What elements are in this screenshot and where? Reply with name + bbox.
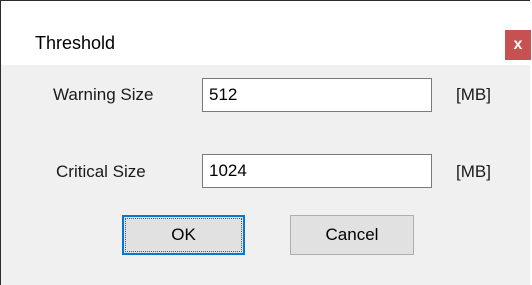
critical-size-unit: [MB] (456, 162, 491, 181)
critical-size-input[interactable] (202, 154, 432, 188)
warning-size-unit: [MB] (456, 85, 491, 104)
dialog-body: Warning Size [MB] Critical Size [MB] OK … (1, 65, 530, 285)
threshold-dialog: Threshold x Warning Size [MB] Critical S… (0, 0, 531, 285)
ok-button[interactable]: OK (122, 215, 245, 255)
close-button[interactable]: x (505, 30, 531, 60)
ok-button-label: OK (171, 225, 196, 244)
cancel-button[interactable]: Cancel (290, 215, 414, 255)
cancel-button-label: Cancel (325, 225, 379, 244)
warning-size-label: Warning Size (53, 85, 154, 104)
title-bar: Threshold x (1, 1, 531, 65)
warning-size-input[interactable] (202, 78, 432, 112)
close-icon: x (513, 36, 523, 53)
critical-size-label: Critical Size (56, 162, 146, 181)
window-title: Threshold (35, 33, 116, 53)
